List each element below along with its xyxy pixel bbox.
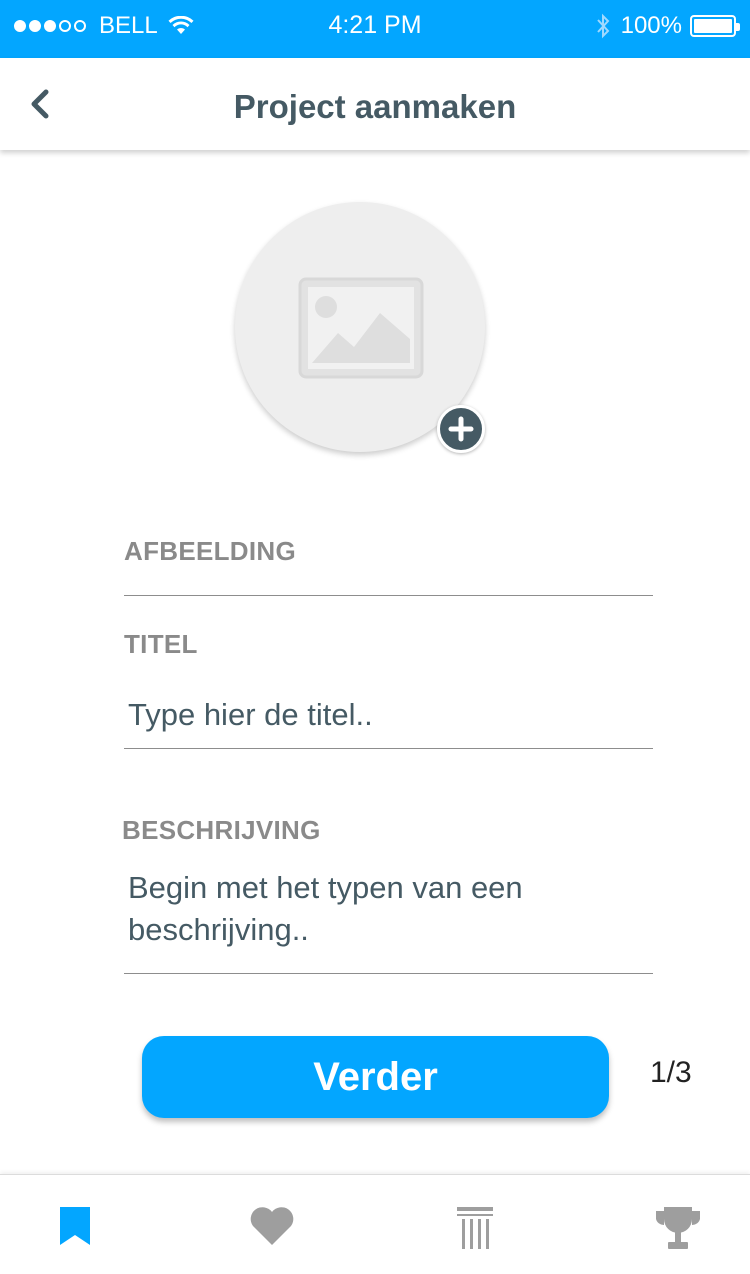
bookmark-icon	[60, 1207, 90, 1245]
page-title: Project aanmaken	[233, 88, 517, 125]
title-divider	[124, 748, 653, 749]
tab-trophies[interactable]	[603, 1175, 750, 1274]
battery-percentage: 100%	[620, 12, 682, 39]
trophy-icon	[656, 1207, 700, 1249]
description-divider	[124, 973, 653, 974]
image-placeholder-icon	[298, 277, 424, 379]
tab-columns[interactable]	[400, 1175, 550, 1274]
create-project-screen: BELL 4:21 PM 100% Project aanmaken AFBEE…	[0, 0, 750, 1274]
step-indicator: 1/3	[650, 1056, 692, 1089]
image-label: AFBEELDING	[124, 536, 296, 566]
status-right: 100%	[595, 12, 740, 40]
tab-projects[interactable]	[0, 1175, 150, 1274]
description-input[interactable]	[124, 867, 584, 959]
tab-favorites[interactable]	[197, 1175, 347, 1274]
battery-icon	[690, 15, 740, 37]
add-image-button[interactable]	[437, 405, 485, 453]
nav-header: Project aanmaken	[0, 58, 750, 150]
title-input[interactable]	[124, 692, 653, 738]
image-divider	[124, 595, 653, 596]
title-label: TITEL	[124, 629, 198, 659]
next-button[interactable]: Verder	[142, 1036, 609, 1118]
columns-icon	[457, 1207, 493, 1249]
tab-bar	[0, 1174, 750, 1274]
heart-icon	[250, 1207, 294, 1245]
bluetooth-icon	[596, 13, 609, 39]
status-bar: BELL 4:21 PM 100%	[0, 0, 750, 58]
plus-icon	[448, 416, 474, 442]
description-label: BESCHRIJVING	[122, 815, 321, 845]
